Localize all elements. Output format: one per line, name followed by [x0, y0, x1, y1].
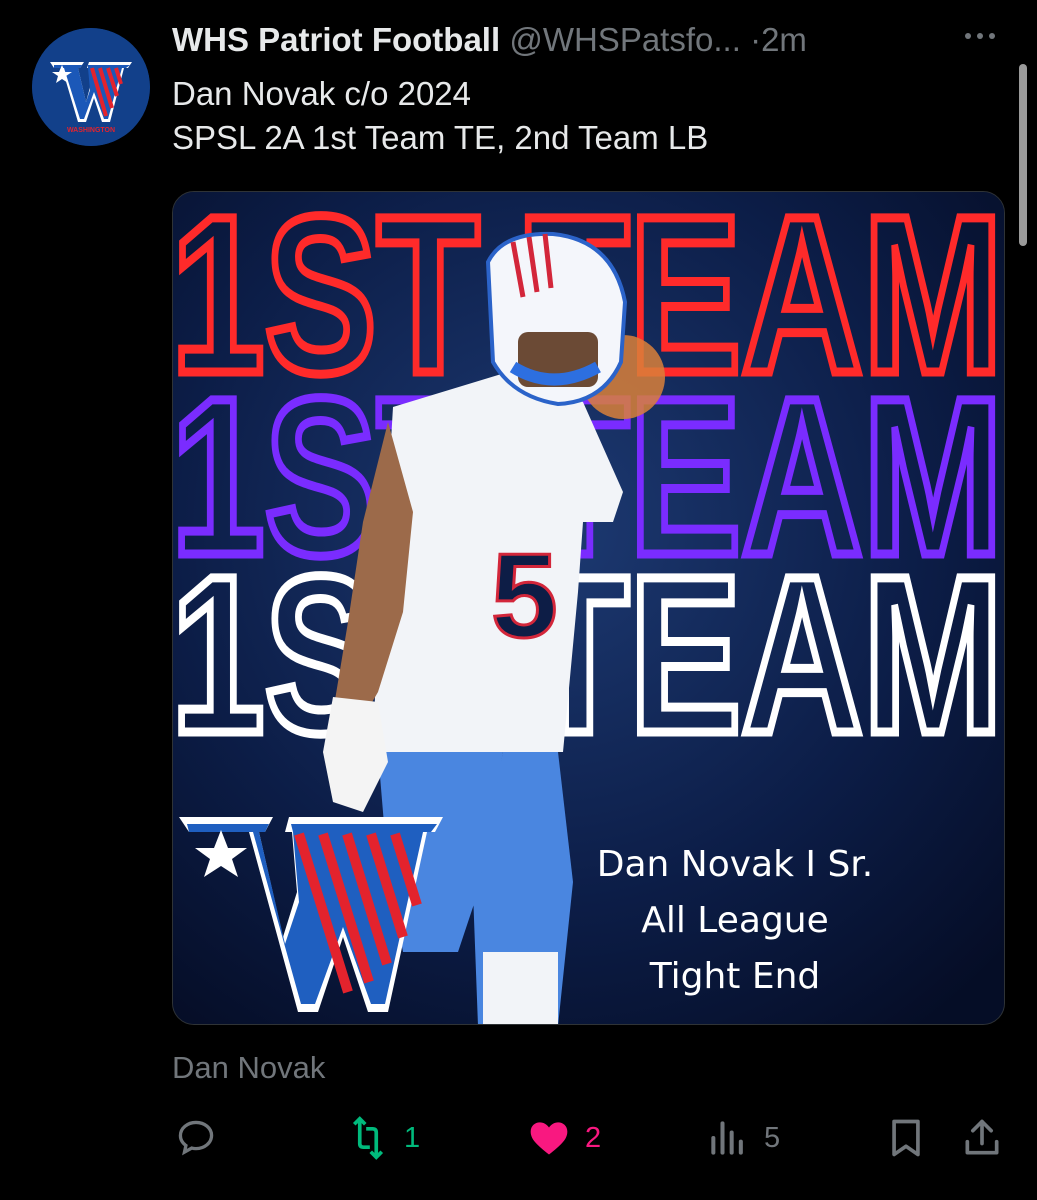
- share-button[interactable]: [960, 1110, 1004, 1166]
- reply-button[interactable]: [174, 1110, 232, 1166]
- banner-row-white: 1ST TEAM: [173, 530, 1003, 780]
- views-button[interactable]: 5: [706, 1110, 780, 1166]
- reply-icon: [178, 1120, 214, 1156]
- view-count: 5: [764, 1121, 781, 1154]
- award-graphic: 1ST TEAM 1ST TEAM 1ST TEAM 5 Dan Novak I…: [173, 192, 1004, 1024]
- award-line-position: Tight End: [649, 956, 821, 997]
- display-name[interactable]: WHS Patriot Football: [172, 21, 500, 58]
- retweet-button[interactable]: 1: [346, 1110, 420, 1166]
- tweet-text: Dan Novak c/o 2024 SPSL 2A 1st Team TE, …: [172, 72, 992, 160]
- timestamp[interactable]: 2m: [761, 21, 807, 58]
- media-caption: Dan Novak: [172, 1050, 326, 1085]
- tweet-text-line: SPSL 2A 1st Team TE, 2nd Team LB: [172, 119, 709, 156]
- user-handle[interactable]: @WHSPatsfo...: [509, 21, 741, 58]
- share-icon: [965, 1119, 999, 1155]
- bookmark-button[interactable]: [884, 1110, 928, 1166]
- svg-text:WASHINGTON: WASHINGTON: [67, 127, 115, 134]
- retweet-count: 1: [404, 1121, 421, 1154]
- retweet-icon: [352, 1116, 384, 1160]
- like-count: 2: [585, 1121, 602, 1154]
- tweet-text-line: Dan Novak c/o 2024: [172, 75, 472, 112]
- profile-avatar[interactable]: WASHINGTON: [32, 28, 150, 146]
- action-bar: 1 2 5: [0, 1110, 1037, 1166]
- views-chart-icon: [711, 1121, 743, 1155]
- jersey-number: 5: [491, 529, 558, 663]
- award-line-league: All League: [641, 900, 829, 941]
- award-line-name: Dan Novak I Sr.: [597, 844, 874, 885]
- tweet: WASHINGTON WHS Patriot Football @WHSPats…: [0, 0, 1037, 1200]
- tweet-media-image[interactable]: 1ST TEAM 1ST TEAM 1ST TEAM 5 Dan Novak I…: [172, 191, 1005, 1025]
- more-options-icon[interactable]: [960, 26, 1000, 46]
- bookmark-icon: [892, 1119, 920, 1157]
- scrollbar[interactable]: [1019, 64, 1027, 246]
- heart-icon: [530, 1122, 568, 1155]
- tweet-header: WHS Patriot Football @WHSPatsfo... ·2m: [172, 18, 1002, 62]
- washington-logo-icon: WASHINGTON: [32, 28, 150, 146]
- time-separator: ·: [750, 21, 762, 58]
- like-button[interactable]: 2: [527, 1110, 601, 1166]
